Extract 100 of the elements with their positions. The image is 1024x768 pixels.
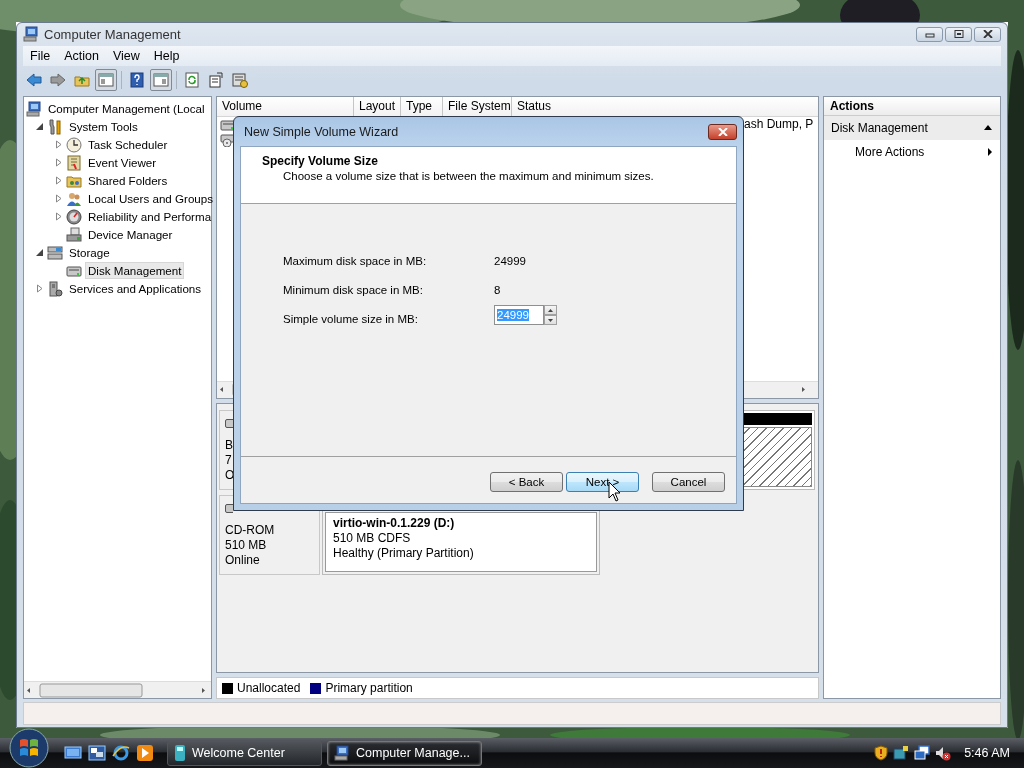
field-label: Minimum disk space in MB: bbox=[283, 283, 424, 296]
close-button[interactable] bbox=[708, 123, 737, 140]
minimize-icon bbox=[924, 30, 935, 39]
shield-icon[interactable] bbox=[874, 745, 889, 761]
column-header[interactable]: Status bbox=[512, 96, 818, 116]
partition-info: Healthy (Primary Partition) bbox=[333, 545, 475, 561]
column-header[interactable]: File System bbox=[443, 96, 512, 116]
server-icon bbox=[47, 280, 63, 297]
close-icon bbox=[717, 127, 728, 136]
tree-item[interactable]: Reliability and Performa bbox=[85, 208, 215, 226]
tree-item[interactable]: Computer Management (Local bbox=[45, 100, 208, 118]
computer-icon bbox=[23, 26, 39, 43]
browser-icon bbox=[112, 744, 130, 762]
collapse-arrow-icon[interactable] bbox=[984, 125, 992, 131]
up-arrow-icon bbox=[548, 308, 553, 312]
tree-item[interactable]: System Tools bbox=[66, 118, 141, 136]
menu-item[interactable]: Help bbox=[146, 48, 187, 63]
switch-windows-icon bbox=[88, 744, 106, 762]
expand-arrow-icon[interactable] bbox=[54, 194, 63, 204]
field-value: 24999 bbox=[494, 254, 526, 267]
action-item[interactable]: More Actions bbox=[824, 139, 1000, 164]
restore-button[interactable] bbox=[945, 27, 972, 42]
console-tree-icon bbox=[98, 71, 114, 88]
media-player-icon bbox=[136, 744, 154, 762]
action-pane-icon bbox=[153, 71, 169, 88]
column-header[interactable]: Type bbox=[401, 96, 443, 116]
monitor-icon[interactable] bbox=[893, 745, 910, 761]
disk-info: 510 MB bbox=[225, 537, 268, 553]
column-header[interactable]: Volume bbox=[217, 96, 354, 116]
disk-info: B bbox=[225, 437, 234, 453]
volume-muted-icon[interactable] bbox=[935, 745, 952, 761]
field-label: Maximum disk space in MB: bbox=[283, 254, 428, 267]
properties-icon bbox=[208, 71, 224, 88]
restore-icon bbox=[953, 30, 964, 39]
network-icon[interactable] bbox=[914, 745, 931, 761]
menu-item[interactable]: Action bbox=[57, 48, 106, 63]
storage-icon bbox=[47, 244, 63, 261]
taskbar-button[interactable]: Welcome Center bbox=[167, 740, 322, 766]
log-book-icon bbox=[66, 154, 82, 171]
taskbar-button[interactable]: Computer Manage... bbox=[327, 740, 482, 766]
wizard-button[interactable]: < Back bbox=[490, 472, 563, 492]
show-desktop-button[interactable] bbox=[64, 744, 82, 762]
clock: 5:46 AM bbox=[964, 746, 1010, 760]
help-icon bbox=[129, 71, 145, 88]
disk-info: CD-ROM bbox=[225, 522, 276, 538]
device-icon bbox=[66, 226, 82, 243]
tree-item[interactable]: Local Users and Groups bbox=[85, 190, 217, 208]
media-player-button[interactable] bbox=[136, 744, 154, 762]
partition-name: virtio-win-0.1.229 (D:) bbox=[333, 515, 456, 531]
disk-info: Online bbox=[225, 552, 261, 568]
computer-icon bbox=[334, 745, 350, 761]
computer-icon bbox=[26, 100, 42, 117]
tree-item[interactable]: Storage bbox=[66, 244, 113, 262]
close-button[interactable] bbox=[974, 27, 1001, 42]
dialog-heading: Specify Volume Size bbox=[262, 154, 379, 168]
table-cell: ash Dump, P bbox=[744, 117, 814, 132]
settings-icon bbox=[232, 71, 248, 88]
collapse-arrow-icon[interactable] bbox=[35, 248, 44, 258]
column-header[interactable]: Layout bbox=[354, 96, 401, 116]
gauge-icon bbox=[66, 208, 82, 225]
dialog-subtitle: Choose a volume size that is between the maximum and minimum sizes. bbox=[283, 170, 655, 182]
submenu-arrow-icon bbox=[988, 147, 992, 156]
tree-item[interactable]: Disk Management bbox=[85, 262, 185, 280]
welcome-icon bbox=[174, 744, 186, 762]
wizard-button[interactable]: Cancel bbox=[652, 472, 725, 492]
menu-item[interactable]: View bbox=[105, 48, 147, 63]
back-icon bbox=[26, 71, 42, 88]
expand-arrow-icon[interactable] bbox=[54, 176, 63, 186]
expand-arrow-icon[interactable] bbox=[54, 212, 63, 222]
action-label: More Actions bbox=[855, 144, 925, 159]
collapse-arrow-icon[interactable] bbox=[35, 122, 44, 132]
switch-windows-button[interactable] bbox=[88, 744, 106, 762]
tree-item[interactable]: Device Manager bbox=[85, 226, 176, 244]
field-value: 8 bbox=[494, 283, 501, 296]
expand-arrow-icon[interactable] bbox=[54, 158, 63, 168]
tree-item[interactable]: Shared Folders bbox=[85, 172, 171, 190]
wizard-button[interactable]: Next > bbox=[566, 472, 639, 492]
window-title: Computer Management bbox=[44, 27, 181, 42]
action-pane-button[interactable] bbox=[150, 68, 172, 91]
disk-info: 7 bbox=[225, 452, 233, 468]
tree-item[interactable]: Services and Applications bbox=[66, 280, 205, 298]
start-button[interactable] bbox=[8, 727, 50, 768]
windows-orb-icon bbox=[8, 727, 50, 768]
action-section[interactable]: Disk Management bbox=[824, 115, 1000, 140]
forward-icon bbox=[50, 71, 66, 88]
tree-item[interactable]: Event Viewer bbox=[85, 154, 160, 172]
refresh-icon bbox=[184, 71, 200, 88]
spin-down-button[interactable] bbox=[544, 315, 557, 325]
clock-icon bbox=[66, 136, 82, 153]
close-icon bbox=[982, 30, 993, 39]
browser-button[interactable] bbox=[112, 744, 130, 762]
drive-icon bbox=[225, 418, 233, 428]
console-tree-button[interactable] bbox=[95, 68, 117, 91]
partition-info: 510 MB CDFS bbox=[333, 530, 412, 546]
expand-arrow-icon[interactable] bbox=[35, 284, 44, 294]
menu-item[interactable]: File bbox=[23, 48, 58, 63]
tree-item[interactable]: Task Scheduler bbox=[85, 136, 171, 154]
tools-icon bbox=[47, 118, 63, 135]
spin-up-button[interactable] bbox=[544, 305, 557, 315]
expand-arrow-icon[interactable] bbox=[54, 140, 63, 150]
